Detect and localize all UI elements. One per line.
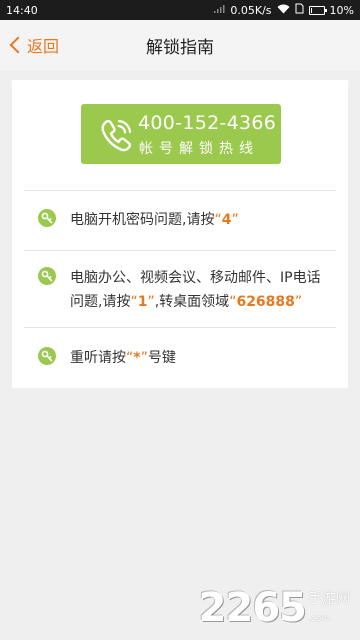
- quote-open: “: [214, 212, 222, 228]
- instruction-label: 重听请按: [70, 350, 126, 366]
- watermark-logo: 2265 手游网 .com: [199, 588, 350, 628]
- network-speed: 0.05K/s: [230, 3, 272, 17]
- key-icon: [38, 209, 56, 227]
- battery-icon: [308, 5, 327, 15]
- key-number: 4: [221, 212, 232, 228]
- instruction-label: 号键: [147, 350, 176, 366]
- call-hotline-button[interactable]: 400-152-4366 帐号解锁热线: [81, 104, 281, 164]
- app-header: 返回 解锁指南: [0, 20, 360, 70]
- instruction-label: 电脑办公、视频会议、移动邮件、IP电话: [70, 270, 321, 286]
- chevron-left-icon: [9, 36, 27, 54]
- list-item: 电脑办公、视频会议、移动邮件、IP电话 问题,请按“1”,转桌面领域“62688…: [38, 266, 321, 314]
- back-label: 返回: [27, 37, 60, 56]
- key-symbol: *: [133, 350, 141, 366]
- signal-icon: [213, 4, 225, 17]
- list-item: 重听请按“*”号键: [38, 346, 176, 370]
- phone-icon: [101, 119, 132, 152]
- quote-close: ”: [140, 350, 148, 366]
- hotline-label: 帐号解锁热线: [139, 141, 259, 157]
- quote-close: ”: [294, 294, 303, 310]
- instruction-label: ,转桌面领域: [154, 294, 230, 310]
- status-time: 14:40: [6, 3, 38, 17]
- instruction-text: 电脑办公、视频会议、移动邮件、IP电话 问题,请按“1”,转桌面领域“62688…: [70, 266, 321, 314]
- key-icon: [38, 267, 56, 285]
- instruction-label: 问题,请按: [70, 294, 131, 310]
- back-button[interactable]: 返回: [6, 20, 59, 70]
- wifi-icon: [277, 4, 290, 17]
- key-number: 1: [137, 294, 148, 310]
- instruction-text: 电脑开机密码问题,请按“4”: [70, 208, 239, 232]
- battery-percent: 10%: [329, 3, 354, 17]
- instruction-text: 重听请按“*”号键: [70, 346, 176, 370]
- watermark-suffix: .com: [308, 614, 331, 624]
- key-icon: [38, 347, 56, 365]
- instruction-label: 电脑开机密码问题,请按: [70, 212, 215, 228]
- watermark-digits: 2265: [198, 585, 307, 631]
- list-item: 电脑开机密码问题,请按“4”: [38, 208, 239, 232]
- quote-close: ”: [231, 212, 239, 228]
- unlock-guide-card: 400-152-4366 帐号解锁热线 电脑开机密码问题,请按“4” 电脑办公、…: [12, 80, 348, 388]
- hotline-number: 400-152-4366: [138, 112, 277, 134]
- extension-number: 626888: [236, 294, 295, 310]
- divider: [24, 250, 336, 251]
- watermark-text: 手游网: [308, 591, 350, 607]
- status-indicators: 0.05K/s 10%: [213, 3, 354, 17]
- divider: [24, 190, 336, 191]
- sim-icon: [295, 3, 304, 17]
- divider: [24, 327, 336, 328]
- quote-close: ”: [147, 294, 155, 310]
- status-bar: 14:40 0.05K/s 10%: [0, 0, 360, 20]
- page-title: 解锁指南: [146, 37, 214, 58]
- quote-open: “: [130, 294, 138, 310]
